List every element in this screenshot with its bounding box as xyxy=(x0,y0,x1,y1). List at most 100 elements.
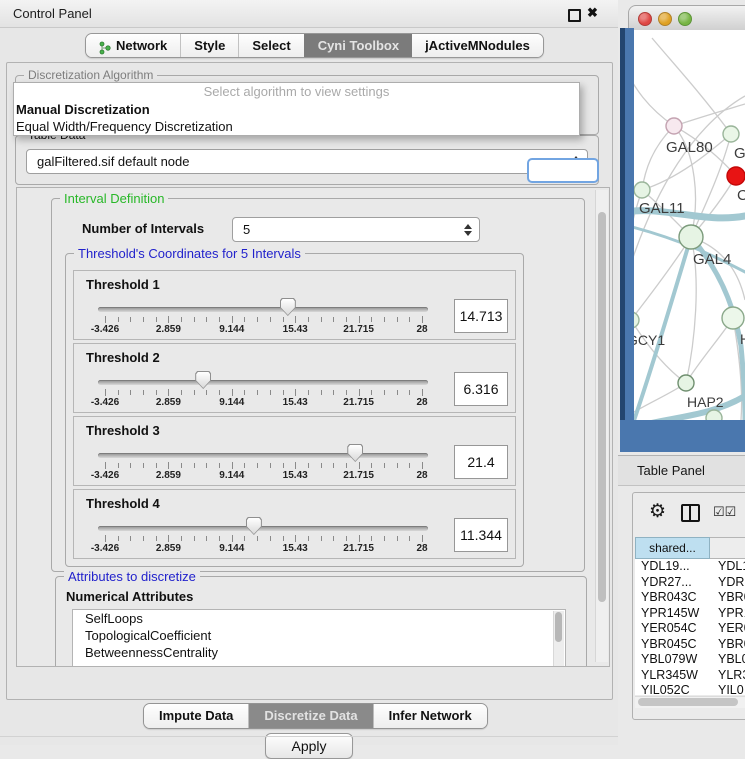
network-node[interactable] xyxy=(727,167,745,185)
node-label: GAL4 xyxy=(693,251,731,268)
threshold-slider[interactable]: -3.4262.8599.14415.4321.71528 xyxy=(98,368,428,404)
tab-cyni-toolbox[interactable]: Cyni Toolbox xyxy=(304,34,412,57)
network-node[interactable] xyxy=(723,126,739,142)
interval-definition-group: Interval Definition Number of Intervals … xyxy=(51,198,585,572)
numerical-attributes-label: Numerical Attributes xyxy=(66,589,193,604)
table-panel-titlebar: Table Panel xyxy=(618,455,745,486)
slider-thumb[interactable] xyxy=(280,298,296,316)
node-label: GAL11 xyxy=(639,200,685,217)
column-header-name[interactable]: na xyxy=(710,537,745,559)
table-data-combobox[interactable]: galFiltered.sif default node xyxy=(26,149,588,174)
tab-select[interactable]: Select xyxy=(238,34,303,57)
network-node[interactable] xyxy=(678,375,694,391)
select-columns-icon[interactable]: ☑☑ xyxy=(713,504,736,520)
node-label: HAP2 xyxy=(687,394,724,410)
network-edge[interactable] xyxy=(674,104,745,126)
tab-style[interactable]: Style xyxy=(180,34,238,57)
tab-discretize-data[interactable]: Discretize Data xyxy=(248,704,372,728)
network-node[interactable] xyxy=(706,410,722,420)
table-data-group: Table Data galFiltered.sif default node xyxy=(15,135,599,185)
discretization-algorithm-title: Discretization Algorithm xyxy=(24,68,157,82)
threshold-slider[interactable]: -3.4262.8599.14415.4321.71528 xyxy=(98,514,428,550)
attributes-group-title: Attributes to discretize xyxy=(64,569,200,584)
numerical-attributes-list[interactable]: SelfLoopsTopologicalCoefficientBetweenne… xyxy=(72,609,566,667)
table-row[interactable]: YLR345WYLR3 xyxy=(635,668,745,684)
table-row[interactable]: YDL19...YDL1 xyxy=(635,559,745,575)
zoom-light[interactable] xyxy=(678,12,692,26)
table-row[interactable]: YER054CYER0 xyxy=(635,621,745,637)
algorithm-placeholder-option[interactable]: Select algorithm to view settings xyxy=(14,83,579,101)
network-edge-thick[interactable] xyxy=(634,237,691,420)
network-node[interactable] xyxy=(634,312,639,328)
threshold-panel-2: Threshold 2 -3.4262.8599.14415.4321.71528… xyxy=(73,343,516,413)
tab-jactivemnodules[interactable]: jActiveMNodules xyxy=(412,34,543,57)
threshold-panel-1: Threshold 1 -3.4262.8599.14415.4321.71528… xyxy=(73,270,516,340)
attribute-item[interactable]: TopologicalCoefficient xyxy=(73,627,565,644)
table-row[interactable]: YDR27...YDR2 xyxy=(635,575,745,591)
interval-definition-title: Interval Definition xyxy=(60,191,168,206)
table-row[interactable]: YBL079WYBL0 xyxy=(635,652,745,668)
network-edge[interactable] xyxy=(652,38,731,134)
network-graph: GAL80GACGAL11GAL4GCY1HHAP2 xyxy=(634,30,745,420)
threshold-label: Threshold 3 xyxy=(86,423,160,438)
settings-scrollpane: Interval Definition Number of Intervals … xyxy=(16,187,610,667)
split-columns-icon[interactable] xyxy=(681,504,700,522)
algorithm-combobox[interactable] xyxy=(527,158,599,183)
tab-impute-data[interactable]: Impute Data xyxy=(144,704,248,728)
network-node[interactable] xyxy=(679,225,703,249)
table-row[interactable]: YIL052CYIL0 xyxy=(635,683,745,695)
attribute-item[interactable]: BetweennessCentrality xyxy=(73,644,565,661)
slider-thumb[interactable] xyxy=(347,444,363,462)
column-header-shared-name[interactable]: shared... xyxy=(635,537,710,559)
network-canvas[interactable]: GAL80GACGAL11GAL4GCY1HHAP2 xyxy=(634,30,745,420)
network-window-titlebar[interactable] xyxy=(628,5,745,32)
attributes-list-scrollbar[interactable] xyxy=(553,611,564,667)
close-light[interactable] xyxy=(638,12,652,26)
slider-thumb[interactable] xyxy=(195,371,211,389)
threshold-value[interactable]: 14.713 xyxy=(454,299,508,333)
table-panel-title: Table Panel xyxy=(637,456,705,485)
tab-network-label: Network xyxy=(116,34,167,57)
settings-vertical-scrollbar[interactable] xyxy=(595,190,608,662)
node-label: GAL80 xyxy=(666,139,713,156)
tab-infer-network[interactable]: Infer Network xyxy=(373,704,487,728)
node-label: GCY1 xyxy=(634,332,665,348)
algorithm-popup-list: Select algorithm to view settings Manual… xyxy=(13,82,580,136)
float-window-icon[interactable] xyxy=(568,9,581,22)
network-edge[interactable] xyxy=(634,237,691,320)
network-edge[interactable] xyxy=(634,66,674,126)
node-label: H xyxy=(740,331,745,347)
network-edge[interactable] xyxy=(642,126,674,190)
threshold-slider[interactable]: -3.4262.8599.14415.4321.71528 xyxy=(98,441,428,477)
table-row[interactable]: YPR145WYPR1 xyxy=(635,606,745,622)
minimize-light[interactable] xyxy=(658,12,672,26)
slider-thumb[interactable] xyxy=(246,517,262,535)
gear-icon[interactable]: ⚙ xyxy=(649,500,666,523)
algorithm-option-equal-width[interactable]: Equal Width/Frequency Discretization xyxy=(14,118,579,135)
algorithm-option-manual[interactable]: Manual Discretization xyxy=(14,101,579,118)
combo-arrows-icon xyxy=(464,224,472,236)
table-row[interactable]: YBR045CYBR0 xyxy=(635,637,745,653)
close-icon[interactable]: ✖ xyxy=(587,5,598,21)
number-of-intervals-combobox[interactable]: 5 xyxy=(232,217,480,242)
control-panel-window: Control Panel ✖ Network Style Select Cyn… xyxy=(0,0,618,745)
table-row[interactable]: YBR043CYBR0 xyxy=(635,590,745,606)
threshold-value[interactable]: 6.316 xyxy=(454,372,508,406)
network-edge[interactable] xyxy=(634,320,686,383)
attribute-item[interactable]: SelfLoops xyxy=(73,610,565,627)
network-node[interactable] xyxy=(666,118,682,134)
network-node[interactable] xyxy=(634,182,650,198)
threshold-label: Threshold 1 xyxy=(86,277,160,292)
threshold-value[interactable]: 11.344 xyxy=(454,518,508,552)
network-node[interactable] xyxy=(722,307,744,329)
threshold-panel-4: Threshold 4-3.4262.8599.14415.4321.71528… xyxy=(73,489,516,559)
table-horizontal-scrollbar[interactable] xyxy=(635,696,745,708)
table-panel: ⚙ ☑☑ shared... na YDL19...YDL1YDR27...YD… xyxy=(632,492,745,720)
threshold-slider[interactable]: -3.4262.8599.14415.4321.71528 xyxy=(98,295,428,331)
network-edge[interactable] xyxy=(686,318,733,383)
threshold-label: Threshold 2 xyxy=(86,350,160,365)
table-rows: YDL19...YDL1YDR27...YDR2YBR043CYBR0YPR14… xyxy=(635,559,745,695)
attributes-group: Attributes to discretize Numerical Attri… xyxy=(55,576,587,667)
tab-network[interactable]: Network xyxy=(86,34,180,57)
threshold-value[interactable]: 21.4 xyxy=(454,445,508,479)
